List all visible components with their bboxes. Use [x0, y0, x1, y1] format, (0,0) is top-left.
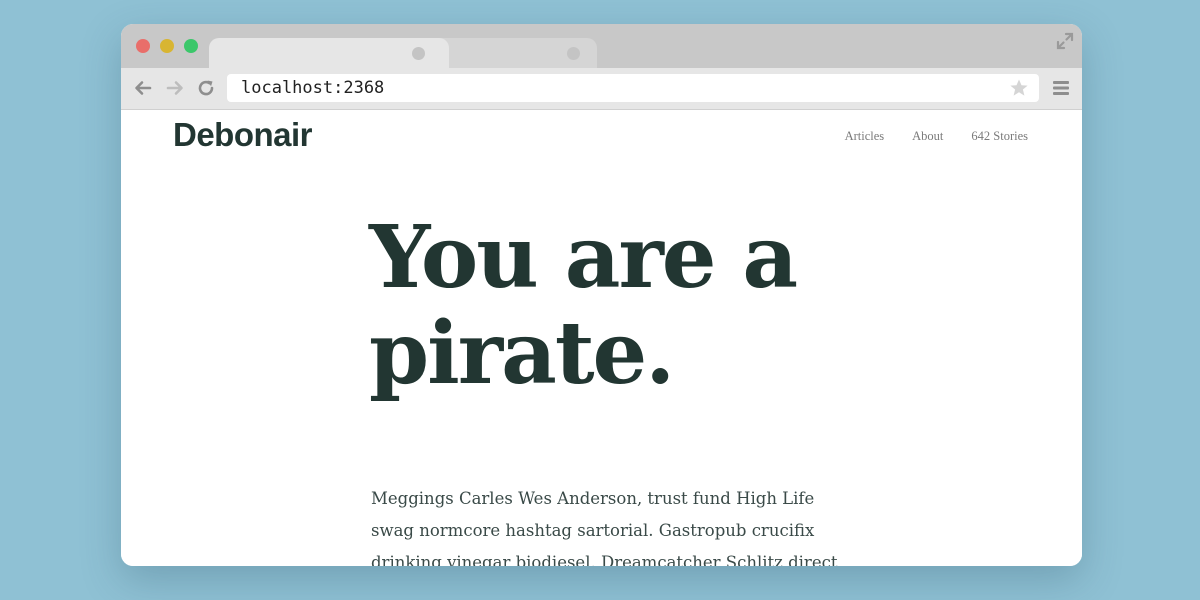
- web-page: Debonair Articles About 642 Stories You …: [121, 110, 1082, 566]
- hero-line-1: You are a: [369, 207, 798, 308]
- forward-arrow-icon[interactable]: [165, 78, 185, 98]
- hero-heading: You are a pirate.: [369, 210, 929, 402]
- star-icon[interactable]: [1009, 78, 1029, 98]
- site-title[interactable]: Debonair: [173, 116, 313, 154]
- body-paragraph: Meggings Carles Wes Anderson, trust fund…: [371, 489, 838, 566]
- nav-link-stories[interactable]: 642 Stories: [971, 129, 1028, 144]
- tab-close-icon[interactable]: [412, 47, 425, 60]
- nav-link-articles[interactable]: Articles: [845, 129, 885, 144]
- title-bar: [121, 24, 1082, 68]
- maximize-window-button[interactable]: [184, 39, 198, 53]
- menu-icon[interactable]: [1052, 80, 1070, 96]
- address-bar[interactable]: localhost:2368: [227, 74, 1039, 102]
- browser-tab-active[interactable]: [209, 38, 449, 68]
- address-text[interactable]: localhost:2368: [241, 77, 384, 99]
- browser-toolbar: localhost:2368: [121, 68, 1082, 110]
- browser-window: localhost:2368 Debonair Articles About 6…: [121, 24, 1082, 566]
- expand-icon[interactable]: [1056, 32, 1074, 50]
- site-navigation: Articles About 642 Stories: [845, 129, 1028, 144]
- tab-close-icon[interactable]: [567, 47, 580, 60]
- reload-icon[interactable]: [196, 78, 216, 98]
- close-window-button[interactable]: [136, 39, 150, 53]
- back-arrow-icon[interactable]: [133, 78, 153, 98]
- nav-link-about[interactable]: About: [912, 129, 943, 144]
- hero-line-2: pirate.: [369, 303, 675, 404]
- minimize-window-button[interactable]: [160, 39, 174, 53]
